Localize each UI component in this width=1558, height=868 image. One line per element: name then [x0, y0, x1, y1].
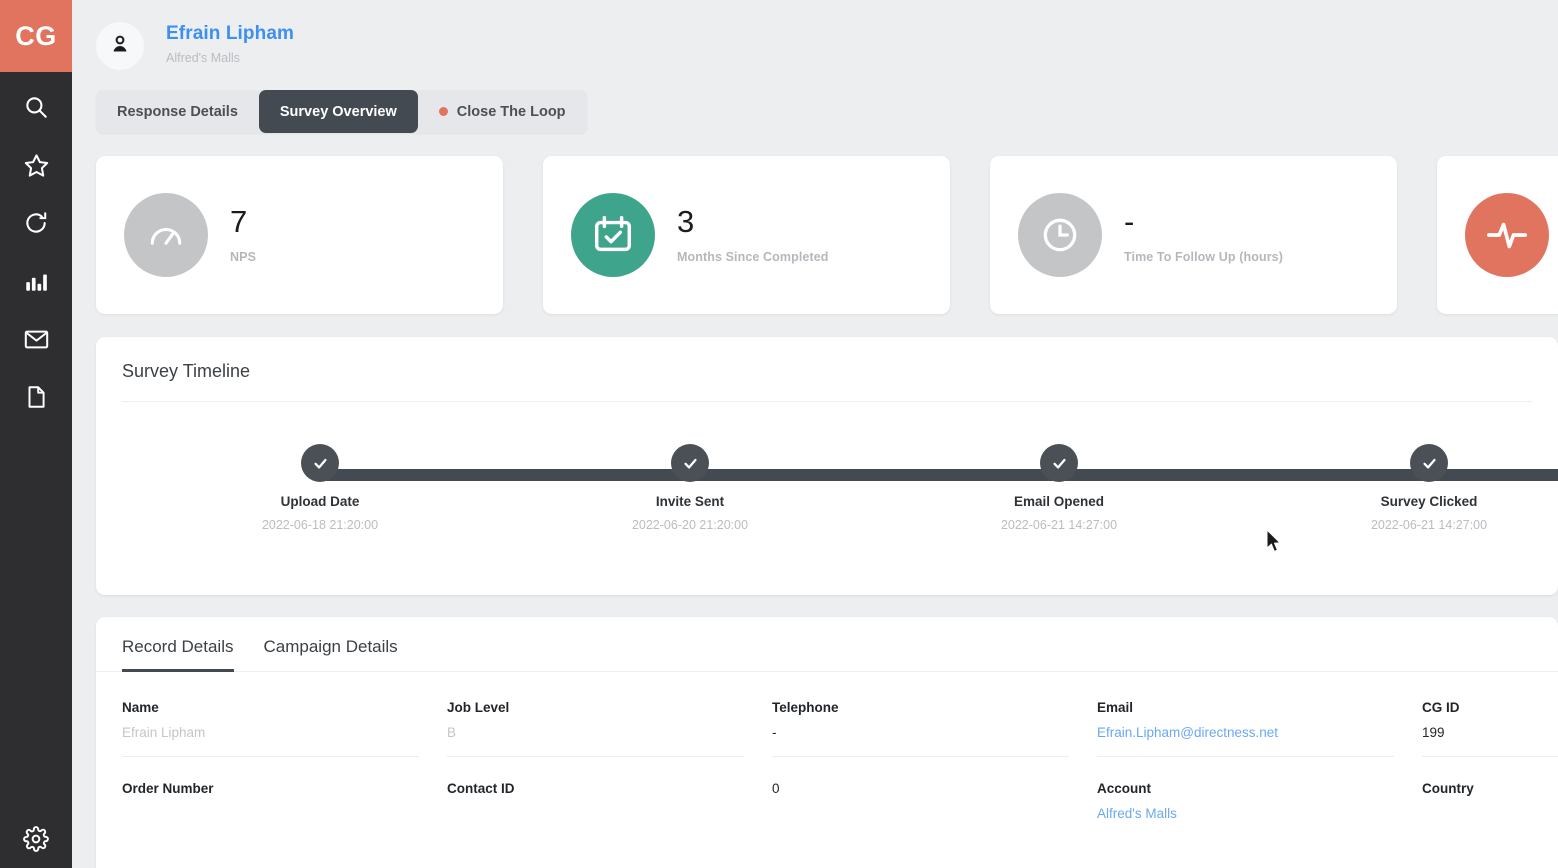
star-icon: [23, 152, 50, 179]
tab-campaign-details[interactable]: Campaign Details: [264, 637, 398, 672]
timeline-step-date: 2022-06-18 21:20:00: [180, 518, 460, 532]
kpi-label: Time To Follow Up (hours): [1124, 250, 1283, 264]
field-label: Order Number: [122, 781, 447, 796]
field-name: Name Efrain Lipham: [122, 700, 447, 757]
search-icon: [23, 94, 49, 120]
field-label: Email: [1097, 700, 1422, 715]
field-value[interactable]: Alfred's Malls: [1097, 806, 1394, 838]
timeline-step-date: 2022-06-21 14:27:00: [919, 518, 1199, 532]
field-value[interactable]: Efrain.Lipham@directness.net: [1097, 725, 1394, 757]
timeline-track: [320, 469, 1558, 481]
kpi-card-time-to-follow-up[interactable]: - Time To Follow Up (hours): [990, 156, 1397, 314]
person-subtitle: Alfred's Malls: [166, 51, 294, 65]
timeline: Upload Date 2022-06-18 21:20:00 Invite S…: [96, 450, 1558, 570]
tab-record-details[interactable]: Record Details: [122, 637, 234, 672]
field-value[interactable]: Efrain Lipham: [122, 725, 419, 757]
app-root: CG: [0, 0, 1558, 868]
kpi-card-row: 7 NPS 3 Months Since Completed: [96, 156, 1558, 314]
survey-timeline-panel: Survey Timeline Upload Date 2022-06-18 2…: [96, 337, 1558, 595]
kpi-value: 3: [677, 206, 829, 237]
field-cg-id: CG ID 199: [1422, 700, 1558, 757]
kpi-text: 3 Months Since Completed: [677, 206, 829, 264]
main-content: Efrain Lipham Alfred's Malls Response De…: [72, 0, 1558, 868]
kpi-card-activity[interactable]: [1437, 156, 1558, 314]
tab-close-the-loop-label: Close The Loop: [457, 104, 566, 120]
timeline-step-label: Invite Sent: [550, 494, 830, 509]
clock-icon: [1018, 193, 1102, 277]
field-value[interactable]: -: [772, 725, 1069, 757]
sidebar-item-reports[interactable]: [0, 252, 72, 310]
field-account: Account Alfred's Malls: [1097, 781, 1422, 838]
panel-title: Survey Timeline: [96, 337, 1558, 382]
header-text: Efrain Lipham Alfred's Malls: [166, 18, 294, 65]
field-value[interactable]: 199: [1422, 725, 1558, 757]
bar-chart-icon: [23, 268, 49, 294]
details-tab-bar: Record Details Campaign Details: [96, 617, 1558, 672]
field-contact-id: Contact ID: [447, 781, 772, 838]
field-label: Job Level: [447, 700, 772, 715]
kpi-text: 7 NPS: [230, 206, 256, 264]
kpi-value: -: [1124, 206, 1283, 237]
tab-close-the-loop[interactable]: Close The Loop: [418, 90, 587, 133]
kpi-value: 7: [230, 206, 256, 237]
avatar: [96, 22, 144, 70]
divider: [122, 401, 1532, 402]
timeline-step-date: 2022-06-20 21:20:00: [550, 518, 830, 532]
timeline-step-label: Upload Date: [180, 494, 460, 509]
field-label: Country: [1422, 781, 1558, 796]
gear-icon: [23, 826, 49, 852]
mail-icon: [23, 326, 50, 353]
field-label: Name: [122, 700, 447, 715]
field-label: Contact ID: [447, 781, 772, 796]
field-value[interactable]: 0: [772, 781, 1097, 796]
kpi-card-months-since-completed[interactable]: 3 Months Since Completed: [543, 156, 950, 314]
sidebar-item-messages[interactable]: [0, 310, 72, 368]
field-label: Account: [1097, 781, 1422, 796]
document-icon: [23, 384, 49, 410]
timeline-step-label: Email Opened: [919, 494, 1199, 509]
sidebar-bottom: [0, 810, 72, 868]
field-value[interactable]: B: [447, 725, 744, 757]
details-panel: Record Details Campaign Details Name Efr…: [96, 617, 1558, 868]
sidebar-item-refresh[interactable]: [0, 194, 72, 252]
field-email: Email Efrain.Lipham@directness.net: [1097, 700, 1422, 757]
sidebar: CG: [0, 0, 72, 868]
refresh-icon: [23, 210, 49, 236]
kpi-card-nps[interactable]: 7 NPS: [96, 156, 503, 314]
page-header: Efrain Lipham Alfred's Malls: [72, 0, 1558, 70]
sidebar-item-favorites[interactable]: [0, 136, 72, 194]
status-dot-icon: [439, 107, 448, 116]
timeline-step-marker-upload-date[interactable]: [301, 444, 339, 482]
sidebar-item-search[interactable]: [0, 78, 72, 136]
timeline-step-label: Survey Clicked: [1289, 494, 1558, 509]
kpi-label: Months Since Completed: [677, 250, 829, 264]
app-logo[interactable]: CG: [0, 0, 72, 72]
field-label: CG ID: [1422, 700, 1558, 715]
pulse-icon: [1465, 193, 1549, 277]
field-contact-id-value: 0: [772, 781, 1097, 838]
calendar-check-icon: [571, 193, 655, 277]
details-row-1: Name Efrain Lipham Job Level B Telephone…: [96, 672, 1558, 757]
timeline-step-marker-survey-clicked[interactable]: [1410, 444, 1448, 482]
timeline-step-marker-invite-sent[interactable]: [671, 444, 709, 482]
details-row-2: Order Number Contact ID 0 Account Alfred…: [96, 757, 1558, 838]
field-country: Country: [1422, 781, 1558, 838]
timeline-step-date: 2022-06-21 14:27:00: [1289, 518, 1558, 532]
kpi-text: - Time To Follow Up (hours): [1124, 206, 1283, 264]
tab-response-details[interactable]: Response Details: [96, 90, 259, 133]
tab-survey-overview[interactable]: Survey Overview: [259, 90, 418, 133]
field-job-level: Job Level B: [447, 700, 772, 757]
field-order-number: Order Number: [122, 781, 447, 838]
kpi-label: NPS: [230, 250, 256, 264]
field-label: Telephone: [772, 700, 1097, 715]
sidebar-item-settings[interactable]: [0, 810, 72, 868]
field-telephone: Telephone -: [772, 700, 1097, 757]
sidebar-item-documents[interactable]: [0, 368, 72, 426]
gauge-icon: [124, 193, 208, 277]
page-title[interactable]: Efrain Lipham: [166, 23, 294, 45]
tab-bar: Response Details Survey Overview Close T…: [96, 90, 587, 133]
sidebar-nav: [0, 78, 72, 426]
timeline-step-marker-email-opened[interactable]: [1040, 444, 1078, 482]
person-icon: [108, 32, 132, 61]
